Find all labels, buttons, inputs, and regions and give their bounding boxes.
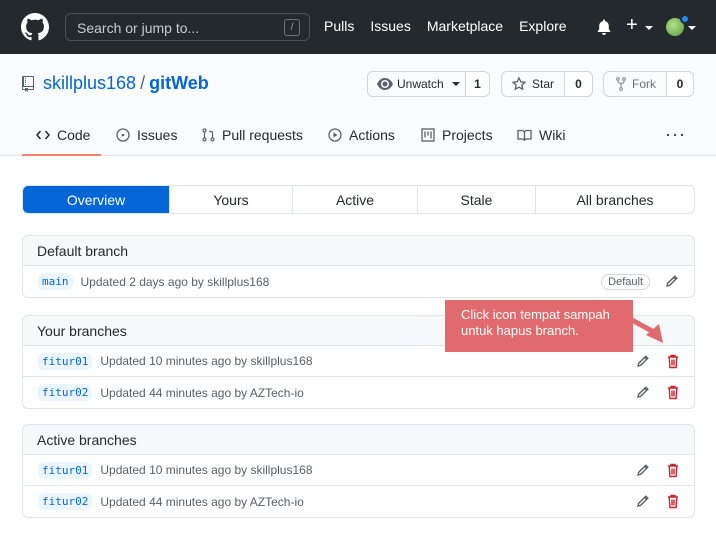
bell-icon[interactable] — [597, 19, 611, 35]
branch-name-link[interactable]: fitur02 — [38, 493, 93, 510]
tab-issues[interactable]: Issues — [116, 127, 177, 143]
watch-count[interactable]: 1 — [466, 71, 490, 97]
branch-name-link[interactable]: fitur01 — [38, 352, 93, 370]
nav-explore[interactable]: Explore — [519, 18, 566, 34]
tab-actions[interactable]: Actions — [328, 127, 395, 143]
tab-wiki-label: Wiki — [539, 127, 566, 143]
trash-icon[interactable] — [667, 494, 679, 509]
tab-wiki[interactable]: Wiki — [517, 127, 565, 143]
annotation-callout: Click icon tempat sampah untuk hapus bra… — [445, 300, 633, 352]
status-dot — [680, 14, 690, 24]
eye-icon — [377, 78, 393, 90]
top-nav: Pulls Issues Marketplace Explore — [324, 18, 583, 34]
active-tab-indicator — [22, 154, 101, 156]
repo-title: skillplus168/gitWeb — [43, 73, 209, 94]
trash-icon[interactable] — [667, 354, 679, 369]
branch-row: fitur02 Updated 44 minutes ago by AZTech… — [23, 486, 694, 517]
tab-actions-label: Actions — [349, 127, 395, 143]
branch-status: Updated 10 minutes ago by skillplus168 — [100, 354, 313, 368]
chevron-down-icon — [645, 26, 653, 30]
repo-icon — [22, 76, 34, 92]
project-icon — [421, 128, 435, 142]
branch-status: Updated 44 minutes ago by AZTech-io — [100, 494, 304, 509]
branch-filter-nav: Overview Yours Active Stale All branches — [22, 185, 695, 214]
active-branches-header: Active branches — [23, 425, 694, 455]
filter-overview[interactable]: Overview — [23, 186, 169, 213]
star-label: Star — [532, 77, 555, 91]
filter-yours[interactable]: Yours — [169, 186, 292, 213]
book-icon — [517, 129, 532, 141]
pencil-icon[interactable] — [636, 494, 650, 508]
search-placeholder: Search or jump to... — [77, 20, 200, 36]
nav-issues[interactable]: Issues — [370, 18, 410, 34]
play-icon — [328, 128, 342, 142]
branch-name-link[interactable]: fitur02 — [38, 384, 93, 401]
top-header: Search or jump to... / Pulls Issues Mark… — [0, 0, 716, 54]
unwatch-button[interactable]: Unwatch — [367, 71, 466, 97]
filter-stale[interactable]: Stale — [417, 186, 535, 213]
tab-code[interactable]: Code — [36, 127, 90, 143]
pull-request-icon — [202, 128, 215, 142]
tab-code-label: Code — [57, 127, 91, 143]
repo-name-link[interactable]: gitWeb — [149, 73, 209, 93]
fork-icon — [616, 77, 626, 91]
more-options-icon[interactable]: ··· — [665, 124, 686, 145]
repo-owner-link[interactable]: skillplus168 — [43, 73, 136, 93]
star-button[interactable]: Star — [501, 71, 565, 97]
branch-name-link[interactable]: main — [38, 273, 73, 290]
branch-status: Updated 10 minutes ago by skillplus168 — [100, 463, 313, 477]
github-logo-icon[interactable] — [21, 13, 49, 41]
fork-label: Fork — [632, 77, 656, 91]
branch-row: fitur02 Updated 44 minutes ago by AZTech… — [23, 377, 694, 408]
create-new-icon[interactable]: + — [626, 15, 638, 35]
branch-status: Updated 2 days ago by skillplus168 — [80, 274, 270, 289]
branch-name-link[interactable]: fitur01 — [38, 461, 93, 479]
pencil-icon[interactable] — [636, 385, 650, 399]
issue-icon — [116, 128, 130, 142]
trash-icon[interactable] — [667, 463, 679, 478]
pencil-icon[interactable] — [636, 354, 650, 368]
pencil-icon[interactable] — [636, 463, 650, 477]
filter-active[interactable]: Active — [292, 186, 417, 213]
default-badge: Default — [601, 274, 650, 290]
trash-icon[interactable] — [667, 385, 679, 400]
arrow-icon — [628, 316, 663, 343]
tab-projects-label: Projects — [442, 127, 493, 143]
branch-row: fitur01 Updated 10 minutes ago by skillp… — [23, 455, 694, 486]
branch-row: main Updated 2 days ago by skillplus168 … — [23, 266, 694, 297]
chevron-down-icon — [688, 26, 696, 30]
unwatch-label: Unwatch — [397, 77, 444, 91]
fork-button[interactable]: Fork — [603, 71, 667, 97]
repo-separator: / — [140, 73, 146, 93]
fork-count[interactable]: 0 — [667, 71, 694, 97]
nav-marketplace[interactable]: Marketplace — [427, 18, 503, 34]
tab-issues-label: Issues — [137, 127, 178, 143]
tab-pull-requests-label: Pull requests — [222, 127, 303, 143]
branch-status: Updated 44 minutes ago by AZTech-io — [100, 385, 304, 400]
default-branch-header: Default branch — [23, 236, 694, 266]
active-branches-box: Active branches fitur01 Updated 10 minut… — [22, 424, 695, 518]
tab-projects[interactable]: Projects — [421, 127, 493, 143]
code-icon — [36, 130, 50, 140]
star-icon — [512, 77, 526, 91]
search-input[interactable]: Search or jump to... / — [65, 13, 310, 41]
nav-pulls[interactable]: Pulls — [324, 18, 354, 34]
default-branch-box: Default branch main Updated 2 days ago b… — [22, 235, 695, 298]
tab-pull-requests[interactable]: Pull requests — [202, 127, 303, 143]
pencil-icon[interactable] — [665, 274, 679, 288]
chevron-down-icon — [451, 82, 460, 86]
star-count[interactable]: 0 — [565, 71, 593, 97]
filter-all-branches[interactable]: All branches — [535, 186, 694, 213]
search-shortcut-key: / — [284, 19, 300, 36]
